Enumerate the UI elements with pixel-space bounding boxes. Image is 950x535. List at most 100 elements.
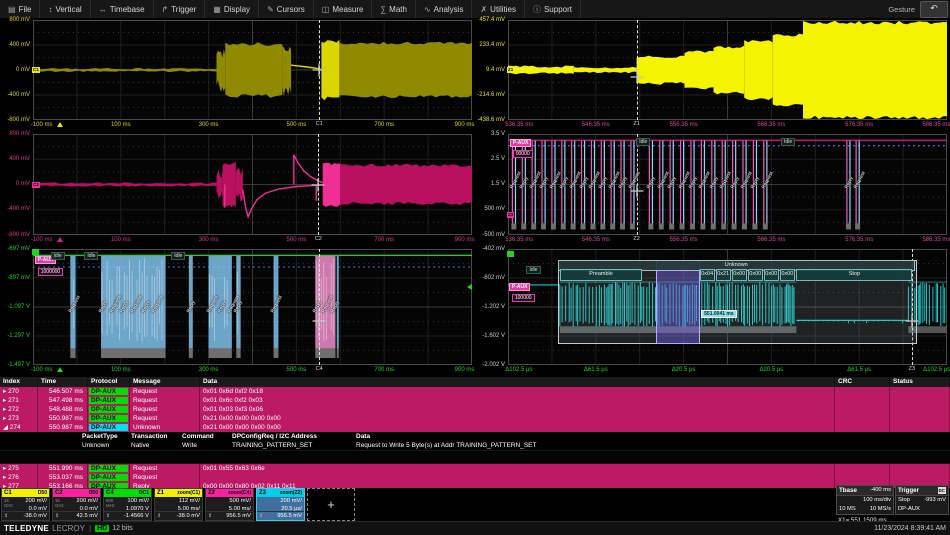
column-header[interactable]: Message bbox=[130, 377, 200, 387]
channel-descriptor-c1[interactable]: C1D5016GHz200 mV/0.0 mV⇕-38.0 mV bbox=[1, 488, 50, 521]
cursor-cross[interactable] bbox=[630, 184, 643, 197]
level-marker-icon: ⇕ bbox=[259, 513, 263, 519]
row-protocol: DP-AUX bbox=[88, 405, 130, 414]
measure-icon: ◫ bbox=[322, 5, 330, 14]
y-axis-label: 400 mV bbox=[0, 156, 30, 163]
plot-z2[interactable]: RequestReplyRequestReplyRequestReplyRequ… bbox=[508, 134, 947, 235]
menu-label: File bbox=[19, 5, 32, 14]
bit-depth-label: 12 bits bbox=[112, 525, 133, 532]
menu-trigger[interactable]: ↱Trigger bbox=[154, 0, 206, 18]
y-axis-label: 800 mV bbox=[0, 131, 30, 138]
menu-support[interactable]: ⓘSupport bbox=[525, 0, 581, 18]
dc-coupling-badge: DC bbox=[938, 487, 947, 494]
y-axis-label: -2.002 V bbox=[475, 362, 505, 369]
detail-column-header: DPConfigReq / I2C Address bbox=[232, 432, 317, 441]
timebase-samples: 10 MS bbox=[839, 505, 856, 514]
descriptor-coupling: zoom(C1) bbox=[177, 489, 200, 497]
menu-cursors[interactable]: ✎Cursors bbox=[259, 0, 314, 18]
row-status bbox=[890, 396, 950, 405]
y-axis-label: -800 mV bbox=[0, 232, 30, 239]
x-axis-label: 536.35 ms bbox=[505, 236, 533, 244]
plot-c2[interactable]: C2 bbox=[33, 134, 472, 235]
undo-button[interactable]: ↶ bbox=[920, 1, 948, 18]
gesture-label: Gesture bbox=[888, 5, 915, 14]
detail-value: TRAINING_PATTERN_SET bbox=[232, 441, 312, 450]
column-header[interactable]: CRC bbox=[835, 377, 890, 387]
channel-descriptor-z3[interactable]: Z3zoom(Z2)200 mV/20.5 μs/⇕956.5 mV bbox=[256, 488, 305, 521]
timebase-scale: 100 ms/div bbox=[863, 496, 891, 505]
menu-analysis[interactable]: ∿Analysis bbox=[416, 0, 473, 18]
idle-label: Idle bbox=[84, 252, 98, 260]
column-header[interactable]: Data bbox=[200, 377, 835, 387]
row-crc bbox=[835, 387, 890, 396]
y-axis-label: -1.602 V bbox=[475, 333, 505, 340]
cursor-cross[interactable] bbox=[313, 64, 326, 77]
x-axis-label: 700 ms bbox=[374, 236, 394, 244]
cursors-icon: ✎ bbox=[267, 5, 274, 14]
timebase-offset: -400 ms bbox=[870, 486, 891, 495]
timebase-panel[interactable]: Tbase -400 ms 100 ms/div 10 MS 10 MS/s bbox=[836, 485, 894, 515]
y-axis-label: -500 mV bbox=[475, 232, 505, 239]
table-row[interactable]: ▸ 270546.507 msDP-AUXRequest0x01 0x6d 0x… bbox=[0, 387, 950, 396]
cursor-label: Z3 bbox=[908, 366, 916, 373]
plot-z3[interactable]: UnknownPreambleStop0x040x210x000x000x000… bbox=[508, 249, 947, 365]
bandwidth-label: 16GHz bbox=[55, 498, 64, 508]
row-index: ▸ 270 bbox=[0, 387, 38, 396]
row-time: 548.488 ms bbox=[38, 405, 88, 414]
trigger-panel[interactable]: Trigger DC Stop -993 mV DP-AUX bbox=[895, 485, 949, 515]
descriptor-coupling: DC1 bbox=[139, 489, 149, 497]
x-axis-label: 576.35 ms bbox=[845, 236, 873, 244]
row-index: ▸ 272 bbox=[0, 405, 38, 414]
column-header[interactable]: Protocol bbox=[88, 377, 130, 387]
row-data bbox=[200, 473, 835, 482]
row-crc bbox=[835, 423, 890, 432]
table-row[interactable]: ▸ 272548.488 msDP-AUXRequest0x01 0x03 0x… bbox=[0, 405, 950, 414]
menu-timebase[interactable]: ↔Timebase bbox=[91, 0, 154, 18]
menu-utilities[interactable]: ✗Utilities bbox=[472, 0, 524, 18]
cursor-cross[interactable] bbox=[312, 178, 325, 191]
menu-measure[interactable]: ◫Measure bbox=[314, 0, 373, 18]
support-icon: ⓘ bbox=[533, 4, 541, 15]
cursor-label: C4 bbox=[315, 366, 324, 373]
waveform-grid-area: C1800 mV400 mV0 mV-400 mV-800 mV-100 ms1… bbox=[0, 18, 950, 377]
descriptor-id: Z1 bbox=[157, 489, 164, 497]
row-crc bbox=[835, 464, 890, 473]
add-trace-button[interactable]: + bbox=[307, 488, 355, 521]
column-header[interactable]: Status bbox=[890, 377, 950, 387]
plot-c4[interactable]: RequestReplyRequestReplyRequestReplyRequ… bbox=[33, 249, 472, 365]
channel-descriptor-c2[interactable]: C2D5016GHz200 mV/0.0 mV⇕42.5 mV bbox=[52, 488, 101, 521]
vertical-scale: 200 mV/ bbox=[280, 497, 302, 505]
menu-math[interactable]: ∑Math bbox=[372, 0, 416, 18]
menu-vertical[interactable]: ↕Vertical bbox=[40, 0, 90, 18]
menu-display[interactable]: ▦Display bbox=[205, 0, 259, 18]
detail-column-header: Transaction bbox=[131, 432, 167, 441]
row-crc bbox=[835, 414, 890, 423]
channel-descriptor-c4[interactable]: C4DC1500MHz100 mV/1.0970 V⇕-1.4566 V bbox=[103, 488, 152, 521]
y-axis-label: 400 mV bbox=[0, 42, 30, 49]
table-row[interactable]: ▸ 276553.037 msDP-AUXRequest bbox=[0, 473, 950, 482]
menubar-right: Gesture ↶ bbox=[888, 1, 950, 18]
decode-byte: 0x04 bbox=[700, 269, 715, 281]
delta-time-badge: 551.0041 ms bbox=[701, 310, 736, 318]
channel-descriptor-z2[interactable]: Z2zoom(C4)500 mV/5.00 ms/⇕956.5 mV bbox=[205, 488, 254, 521]
cursor-cross[interactable] bbox=[905, 314, 918, 327]
table-row[interactable]: ▸ 275551.990 msDP-AUXRequest0x01 0x55 0x… bbox=[0, 464, 950, 473]
channel-descriptor-z1[interactable]: Z1zoom(C1)112 mV/5.00 ms/⇕-38.0 mV bbox=[154, 488, 203, 521]
plot-z1[interactable]: Z1 bbox=[508, 20, 947, 120]
cursor-cross[interactable] bbox=[630, 71, 643, 84]
x-axis-label: 700 ms bbox=[374, 121, 394, 129]
y-axis-label: -214.6 mV bbox=[475, 92, 505, 99]
table-row[interactable]: ◢ 274550.987 msDP-AUXUnknown0x21 0x00 0x… bbox=[0, 423, 950, 432]
cursor-cross[interactable] bbox=[313, 314, 326, 327]
column-header[interactable]: Time bbox=[38, 377, 88, 387]
y-axis-label: -1.297 V bbox=[0, 333, 30, 340]
table-row[interactable]: ▸ 273550.987 msDP-AUXRequest0x21 0x00 0x… bbox=[0, 414, 950, 423]
menu-label: Measure bbox=[332, 5, 363, 14]
menu-file[interactable]: ▤File bbox=[0, 0, 40, 18]
column-header[interactable]: Index bbox=[0, 377, 38, 387]
table-row[interactable]: ▸ 271547.498 msDP-AUXRequest0x01 0x6c 0x… bbox=[0, 396, 950, 405]
x-axis-label: 700 ms bbox=[374, 366, 394, 374]
plot-c1[interactable]: C1 bbox=[33, 20, 472, 120]
y-axis-label: -1.497 V bbox=[0, 362, 30, 369]
trigger-source: DP-AUX bbox=[898, 505, 920, 514]
